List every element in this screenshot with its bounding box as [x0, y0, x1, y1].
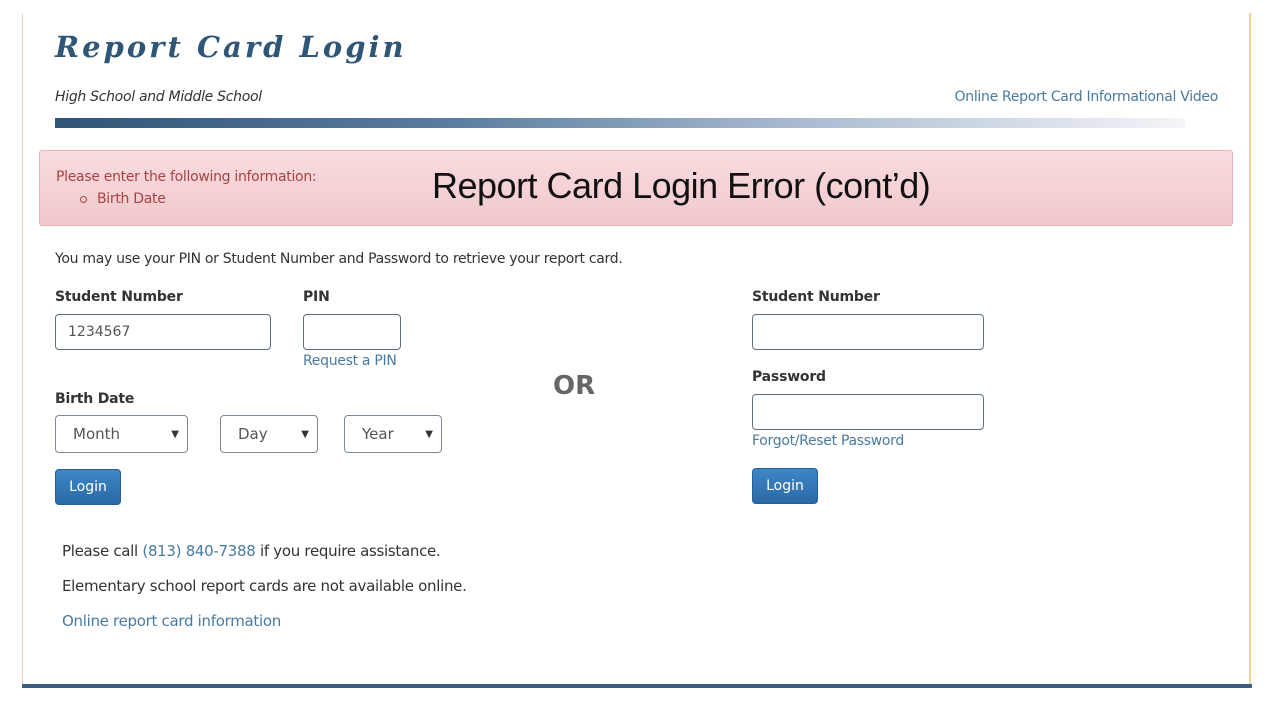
assistance-text: Please call (813) 840-7388 if you requir…: [62, 542, 441, 560]
request-pin-link[interactable]: Request a PIN: [303, 353, 397, 369]
day-select[interactable]: Day ▼: [220, 415, 318, 453]
alert-missing-field: Birth Date: [80, 191, 166, 207]
missing-field-label: Birth Date: [97, 191, 166, 207]
password-label: Password: [752, 369, 826, 385]
header-gradient-bar: [55, 118, 1185, 128]
pin-label: PIN: [303, 289, 330, 305]
year-select-value: Year: [362, 425, 394, 443]
student-number-input[interactable]: 1234567: [55, 314, 271, 350]
or-separator: OR: [553, 371, 596, 401]
student-number-input-password-form[interactable]: [752, 314, 984, 350]
chevron-down-icon: ▼: [301, 428, 309, 440]
pin-login-button[interactable]: Login: [55, 469, 121, 505]
slide-overlay-title: Report Card Login Error (cont’d): [432, 165, 931, 206]
error-alert: Please enter the following information: …: [39, 150, 1233, 226]
chevron-down-icon: ▼: [425, 428, 433, 440]
year-select[interactable]: Year ▼: [344, 415, 442, 453]
info-link-wrapper: Online report card information: [62, 612, 281, 630]
elementary-note: Elementary school report cards are not a…: [62, 577, 467, 595]
day-select-value: Day: [238, 425, 268, 443]
frame-right-border: [1249, 13, 1251, 685]
month-select-value: Month: [73, 425, 121, 443]
report-card-info-link[interactable]: Online report card information: [62, 612, 281, 630]
password-login-button[interactable]: Login: [752, 468, 818, 504]
birth-date-label: Birth Date: [55, 391, 135, 407]
footer-bar: [22, 684, 1252, 688]
intro-text: You may use your PIN or Student Number a…: [55, 251, 623, 267]
informational-video-link[interactable]: Online Report Card Informational Video: [955, 89, 1219, 105]
student-number-label-password-form: Student Number: [752, 289, 880, 305]
assistance-prefix: Please call: [62, 542, 138, 560]
assistance-suffix: if you require assistance.: [259, 542, 441, 560]
alert-message: Please enter the following information:: [56, 169, 317, 185]
frame-left-border: [22, 13, 23, 685]
chevron-down-icon: ▼: [171, 428, 179, 440]
pin-input[interactable]: [303, 314, 401, 350]
page-subtitle: High School and Middle School: [55, 89, 262, 105]
student-number-label: Student Number: [55, 289, 183, 305]
forgot-password-link[interactable]: Forgot/Reset Password: [752, 433, 904, 449]
password-input[interactable]: [752, 394, 984, 430]
page-title: Report Card Login: [55, 30, 407, 64]
phone-link[interactable]: (813) 840-7388: [142, 542, 255, 560]
month-select[interactable]: Month ▼: [55, 415, 188, 453]
bullet-icon: [80, 195, 87, 203]
